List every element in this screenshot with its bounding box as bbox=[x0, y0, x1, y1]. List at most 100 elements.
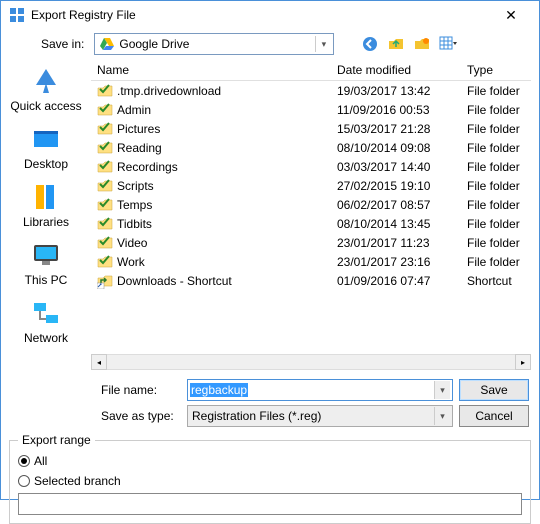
file-date: 06/02/2017 08:57 bbox=[337, 198, 467, 212]
list-item[interactable]: Tidbits 08/10/2014 13:45File folder bbox=[91, 214, 531, 233]
list-item[interactable]: Work23/01/2017 23:16File folder bbox=[91, 252, 531, 271]
regedit-icon bbox=[9, 7, 25, 23]
window-title: Export Registry File bbox=[31, 8, 491, 22]
place-libraries[interactable]: Libraries bbox=[23, 181, 69, 229]
export-range-legend: Export range bbox=[18, 433, 95, 447]
place-icon bbox=[30, 181, 62, 213]
scroll-left-icon[interactable]: ◂ bbox=[91, 354, 107, 370]
place-label: This PC bbox=[25, 273, 68, 287]
file-name: Tidbits bbox=[117, 217, 152, 231]
shortcut-icon bbox=[97, 273, 113, 289]
file-date: 15/03/2017 21:28 bbox=[337, 122, 467, 136]
file-date: 08/10/2014 13:45 bbox=[337, 217, 467, 231]
chevron-down-icon[interactable]: ▾ bbox=[434, 381, 450, 399]
place-network[interactable]: Network bbox=[24, 297, 68, 345]
list-item[interactable]: .tmp.drivedownload 19/03/2017 13:42File f… bbox=[91, 81, 531, 100]
list-item[interactable]: Scripts 27/02/2015 19:10File folder bbox=[91, 176, 531, 195]
list-item[interactable]: Reading08/10/2014 09:08File folder bbox=[91, 138, 531, 157]
folder-icon bbox=[97, 121, 113, 137]
folder-icon bbox=[97, 140, 113, 156]
file-name: Recordings bbox=[117, 160, 178, 174]
radio-icon bbox=[18, 455, 30, 467]
file-date: 01/09/2016 07:47 bbox=[337, 274, 467, 288]
col-date[interactable]: Date modified bbox=[337, 63, 467, 77]
place-icon bbox=[30, 297, 62, 329]
file-pane: Name Date modified Type .tmp.drivedownlo… bbox=[91, 59, 539, 371]
radio-all[interactable]: All bbox=[18, 451, 522, 471]
folder-icon bbox=[97, 216, 113, 232]
radio-icon bbox=[18, 475, 30, 487]
place-quick-access[interactable]: Quick access bbox=[10, 65, 81, 113]
col-type[interactable]: Type bbox=[467, 63, 531, 77]
place-icon bbox=[30, 65, 62, 97]
savein-label: Save in: bbox=[41, 37, 84, 51]
list-item[interactable]: Temps06/02/2017 08:57File folder bbox=[91, 195, 531, 214]
folder-icon bbox=[97, 83, 113, 99]
file-name: .tmp.drivedownload bbox=[117, 84, 221, 98]
scroll-right-icon[interactable]: ▸ bbox=[515, 354, 531, 370]
view-menu-icon[interactable] bbox=[438, 34, 458, 54]
folder-icon bbox=[97, 159, 113, 175]
file-type: File folder bbox=[467, 179, 531, 193]
savein-select[interactable]: Google Drive ▾ bbox=[94, 33, 334, 55]
radio-all-label: All bbox=[34, 454, 47, 468]
filename-label: File name: bbox=[101, 383, 181, 397]
back-icon[interactable] bbox=[360, 34, 380, 54]
scroll-track[interactable] bbox=[107, 354, 515, 370]
place-icon bbox=[30, 239, 62, 271]
folder-icon bbox=[97, 235, 113, 251]
radio-selected-branch[interactable]: Selected branch bbox=[18, 471, 522, 491]
file-name: Pictures bbox=[117, 122, 160, 136]
list-item[interactable]: Downloads - Shortcut01/09/2016 07:47Shor… bbox=[91, 271, 531, 290]
place-label: Libraries bbox=[23, 215, 69, 229]
file-date: 19/03/2017 13:42 bbox=[337, 84, 467, 98]
google-drive-icon bbox=[99, 36, 115, 52]
place-label: Desktop bbox=[24, 157, 68, 171]
file-list[interactable]: .tmp.drivedownload19/03/2017 13:42File f… bbox=[91, 81, 531, 353]
branch-input[interactable] bbox=[18, 493, 522, 515]
save-button[interactable]: Save bbox=[459, 379, 529, 401]
file-type: File folder bbox=[467, 255, 531, 269]
up-folder-icon[interactable] bbox=[386, 34, 406, 54]
file-date: 23/01/2017 23:16 bbox=[337, 255, 467, 269]
place-this-pc[interactable]: This PC bbox=[25, 239, 68, 287]
close-button[interactable]: ✕ bbox=[491, 7, 531, 24]
file-type: File folder bbox=[467, 122, 531, 136]
file-type: File folder bbox=[467, 103, 531, 117]
list-item[interactable]: Admin 11/09/2016 00:53File folder bbox=[91, 100, 531, 119]
list-item[interactable]: Recordings03/03/2017 14:40File folder bbox=[91, 157, 531, 176]
h-scrollbar[interactable]: ◂ ▸ bbox=[91, 353, 531, 371]
file-date: 23/01/2017 11:23 bbox=[337, 236, 467, 250]
file-name: Downloads - Shortcut bbox=[117, 274, 232, 288]
chevron-down-icon: ▾ bbox=[315, 36, 331, 52]
titlebar: Export Registry File ✕ bbox=[1, 1, 539, 29]
file-type: File folder bbox=[467, 84, 531, 98]
list-item[interactable]: Pictures 15/03/2017 21:28File folder bbox=[91, 119, 531, 138]
col-name[interactable]: Name bbox=[91, 63, 337, 77]
cancel-button[interactable]: Cancel bbox=[459, 405, 529, 427]
file-type: File folder bbox=[467, 236, 531, 250]
place-label: Quick access bbox=[10, 99, 81, 113]
saveastype-value: Registration Files (*.reg) bbox=[192, 409, 321, 423]
file-name: Admin bbox=[117, 103, 151, 117]
list-item[interactable]: Video23/01/2017 11:23File folder bbox=[91, 233, 531, 252]
savein-bar: Save in: Google Drive ▾ bbox=[1, 29, 539, 59]
place-desktop[interactable]: Desktop bbox=[24, 123, 68, 171]
file-type: File folder bbox=[467, 217, 531, 231]
place-label: Network bbox=[24, 331, 68, 345]
places-bar: Quick access Desktop Libraries This PC Netwo… bbox=[1, 59, 91, 371]
file-type: File folder bbox=[467, 141, 531, 155]
filename-input[interactable]: regbackup ▾ bbox=[187, 379, 453, 401]
saveastype-label: Save as type: bbox=[101, 409, 181, 423]
file-type: File folder bbox=[467, 160, 531, 174]
folder-icon bbox=[97, 254, 113, 270]
file-date: 11/09/2016 00:53 bbox=[337, 103, 467, 117]
saveastype-select[interactable]: Registration Files (*.reg) ▾ bbox=[187, 405, 453, 427]
file-name: Scripts bbox=[117, 179, 154, 193]
bottom-form: File name: regbackup ▾ Save Save as type… bbox=[1, 371, 539, 431]
file-date: 27/02/2015 19:10 bbox=[337, 179, 467, 193]
folder-icon bbox=[97, 197, 113, 213]
chevron-down-icon[interactable]: ▾ bbox=[434, 407, 450, 425]
filename-value: regbackup bbox=[190, 383, 248, 397]
new-folder-icon[interactable] bbox=[412, 34, 432, 54]
